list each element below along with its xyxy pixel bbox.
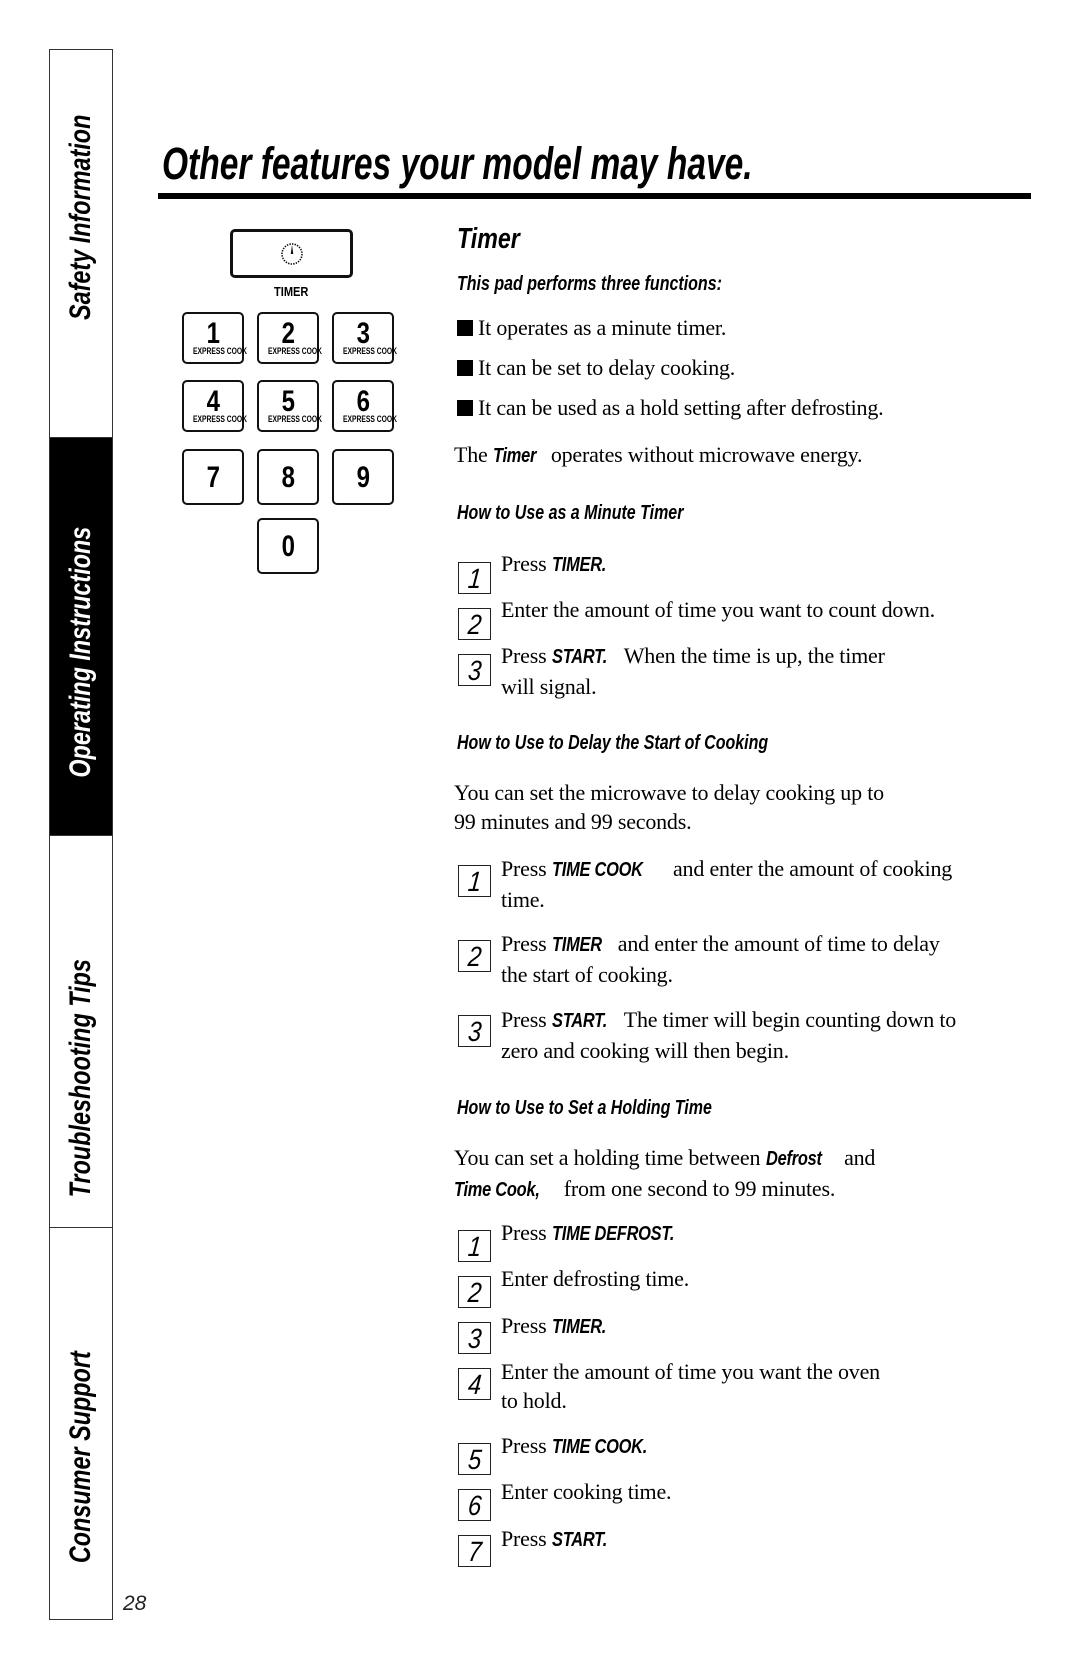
holding-intro: You can set a holding time between Defro…: [454, 1145, 876, 1201]
step-text: Press START. When the time is up, the ti…: [501, 643, 885, 699]
step-text: Press TIME DEFROST.: [501, 1220, 674, 1245]
step-number-box: 2: [458, 608, 491, 640]
tab-label: Safety Information: [64, 114, 97, 320]
tab-label: Operating Instructions: [64, 526, 97, 778]
tab-operating-instructions[interactable]: Operating Instructions: [50, 438, 112, 836]
stopwatch-icon: [281, 243, 303, 265]
timer-key-label: TIMER: [274, 284, 309, 299]
step-text: Enter cooking time.: [501, 1479, 672, 1504]
timer-key: [230, 229, 353, 278]
step-text: Enter the amount of time you want the ov…: [501, 1359, 880, 1413]
section-sidebar: Safety Information Operating Instruction…: [49, 49, 113, 1620]
timer-note: The Timer operates without microwave ene…: [454, 442, 863, 467]
tab-label: Troubleshooting Tips: [64, 958, 97, 1198]
key-6: 6 EXPRESS COOK: [332, 380, 397, 432]
key-4: 4 EXPRESS COOK: [182, 380, 247, 432]
step-number-box: 1: [458, 865, 491, 897]
key-8: 8: [257, 449, 319, 505]
step-number-box: 2: [458, 940, 491, 972]
page-title: Other features your model may have.: [162, 138, 753, 189]
step-number-box: 3: [458, 1322, 491, 1354]
page-number: 28: [123, 1592, 147, 1615]
heading-minute-timer: How to Use as a Minute Timer: [457, 502, 684, 524]
step-number-box: 7: [458, 1535, 491, 1567]
key-1: 1 EXPRESS COOK: [182, 312, 247, 364]
step-text: Press START. The timer will begin counti…: [501, 1007, 957, 1063]
tab-consumer-support[interactable]: Consumer Support: [50, 1228, 112, 1621]
timer-subheading: This pad performs three functions:: [457, 273, 722, 295]
key-5: 5 EXPRESS COOK: [257, 380, 322, 432]
square-bullet-icon: [457, 320, 473, 336]
step-text: Press TIMER and enter the amount of time…: [501, 931, 940, 987]
bullet-item: It operates as a minute timer.: [457, 313, 726, 342]
key-9: 9: [332, 449, 394, 505]
step-text: Press TIME COOK.: [501, 1433, 647, 1458]
tab-label: Consumer Support: [64, 1351, 97, 1563]
step-text: Press TIMER.: [501, 1313, 606, 1338]
step-text: Press TIME COOK and enter the amount of …: [501, 856, 953, 912]
key-2: 2 EXPRESS COOK: [257, 312, 322, 364]
step-text: Press START.: [501, 1526, 607, 1551]
step-number-box: 6: [458, 1489, 491, 1521]
bullet-item: It can be used as a hold setting after d…: [457, 393, 884, 422]
delay-intro: You can set the microwave to delay cooki…: [454, 780, 884, 834]
square-bullet-icon: [457, 400, 473, 416]
step-number-box: 5: [458, 1443, 491, 1475]
step-text: Enter defrosting time.: [501, 1266, 690, 1291]
bullet-item: It can be set to delay cooking.: [457, 353, 735, 382]
step-number-box: 2: [458, 1276, 491, 1308]
key-3: 3 EXPRESS COOK: [332, 312, 397, 364]
step-number-box: 3: [458, 654, 491, 686]
step-number-box: 3: [458, 1015, 491, 1047]
section-heading-timer: Timer: [457, 223, 520, 255]
key-7: 7: [182, 449, 244, 505]
heading-delay-start: How to Use to Delay the Start of Cooking: [457, 732, 769, 754]
key-0: 0: [257, 518, 319, 574]
step-text: Enter the amount of time you want to cou…: [501, 597, 935, 622]
step-text: Press TIMER.: [501, 551, 606, 576]
step-number-box: 4: [458, 1368, 491, 1400]
tab-troubleshooting-tips[interactable]: Troubleshooting Tips: [50, 836, 112, 1228]
step-number-box: 1: [458, 1230, 491, 1262]
tab-safety-information[interactable]: Safety Information: [50, 50, 112, 438]
title-divider: [158, 193, 1031, 199]
square-bullet-icon: [457, 360, 473, 376]
heading-holding-time: How to Use to Set a Holding Time: [457, 1097, 712, 1119]
step-number-box: 1: [458, 562, 491, 594]
